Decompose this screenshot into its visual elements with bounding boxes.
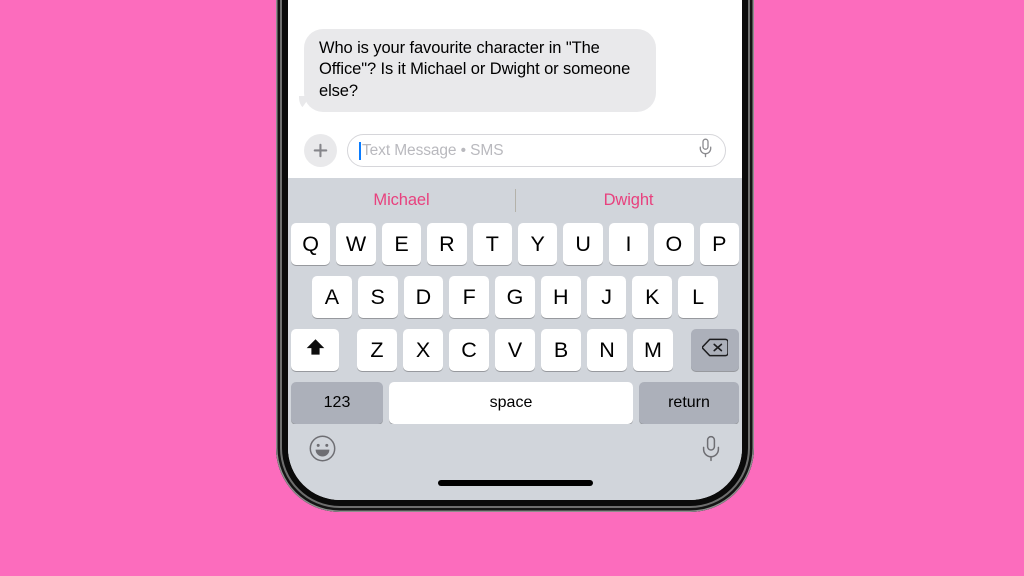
key-l[interactable]: L	[678, 276, 719, 318]
keyboard-bottom-bar	[288, 424, 742, 478]
backspace-key[interactable]	[691, 329, 739, 371]
key-i[interactable]: I	[608, 223, 649, 265]
return-key[interactable]: return	[639, 382, 739, 424]
key-v[interactable]: V	[495, 329, 535, 371]
key-h[interactable]: H	[540, 276, 581, 318]
on-screen-keyboard: Q W E R T Y U I O P A S D F G H J K L Z …	[288, 223, 742, 424]
key-f[interactable]: F	[449, 276, 490, 318]
shift-key[interactable]	[291, 329, 339, 371]
key-m[interactable]: M	[633, 329, 673, 371]
key-q[interactable]: Q	[290, 223, 331, 265]
key-t[interactable]: T	[472, 223, 512, 265]
suggestion-dwight[interactable]: Dwight	[604, 191, 654, 210]
key-p[interactable]: P	[699, 223, 740, 265]
space-key[interactable]: space	[389, 382, 633, 424]
key-y[interactable]: Y	[518, 223, 558, 265]
message-input-placeholder: Text Message • SMS	[362, 141, 504, 159]
key-x[interactable]: X	[403, 329, 443, 371]
keyboard-row-4: 123 space return	[291, 382, 739, 424]
message-input-bar: Text Message • SMS	[288, 128, 742, 178]
numeric-mode-key[interactable]: 123	[291, 382, 383, 424]
key-w[interactable]: W	[336, 223, 376, 265]
key-o[interactable]: O	[654, 223, 694, 265]
dictation-microphone-icon[interactable]	[701, 435, 721, 467]
key-n[interactable]: N	[587, 329, 627, 371]
key-r[interactable]: R	[427, 223, 467, 265]
key-s[interactable]: S	[357, 276, 398, 318]
keyboard-row-2: A S D F G H J K L	[291, 276, 739, 318]
predictive-text-bar: Michael Dwight	[288, 178, 742, 223]
emoji-smiley-icon[interactable]	[309, 435, 336, 467]
key-d[interactable]: D	[403, 276, 444, 318]
suggestion-slot-michael: Michael	[288, 178, 515, 223]
dictation-icon-in-field[interactable]	[698, 138, 713, 163]
key-k[interactable]: K	[632, 276, 673, 318]
key-g[interactable]: G	[495, 276, 535, 318]
key-c[interactable]: C	[449, 329, 489, 371]
keyboard-row-1: Q W E R T Y U I O P	[290, 223, 740, 265]
key-u[interactable]: U	[563, 223, 603, 265]
message-text-input[interactable]: Text Message • SMS	[347, 134, 726, 167]
suggestion-michael[interactable]: Michael	[373, 191, 429, 210]
add-attachment-button[interactable]	[304, 134, 337, 167]
home-indicator-area	[288, 478, 742, 500]
phone-device-frame: Who is your favourite character in "The …	[276, 0, 754, 512]
key-e[interactable]: E	[381, 223, 422, 265]
key-z[interactable]: Z	[357, 329, 397, 371]
text-caret	[359, 141, 361, 160]
phone-screen: Who is your favourite character in "The …	[288, 0, 742, 500]
key-j[interactable]: J	[586, 276, 627, 318]
conversation-thread: Who is your favourite character in "The …	[288, 0, 742, 128]
incoming-message-bubble[interactable]: Who is your favourite character in "The …	[304, 28, 656, 112]
message-row: Who is your favourite character in "The …	[304, 28, 726, 112]
backspace-icon	[701, 337, 729, 363]
keyboard-row-3: Z X C V B N M	[291, 329, 739, 371]
suggestion-slot-dwight: Dwight	[515, 178, 742, 223]
key-b[interactable]: B	[541, 329, 581, 371]
key-a[interactable]: A	[311, 276, 352, 318]
plus-icon	[312, 142, 329, 159]
home-indicator[interactable]	[437, 480, 593, 486]
shift-arrow-icon	[305, 337, 326, 364]
